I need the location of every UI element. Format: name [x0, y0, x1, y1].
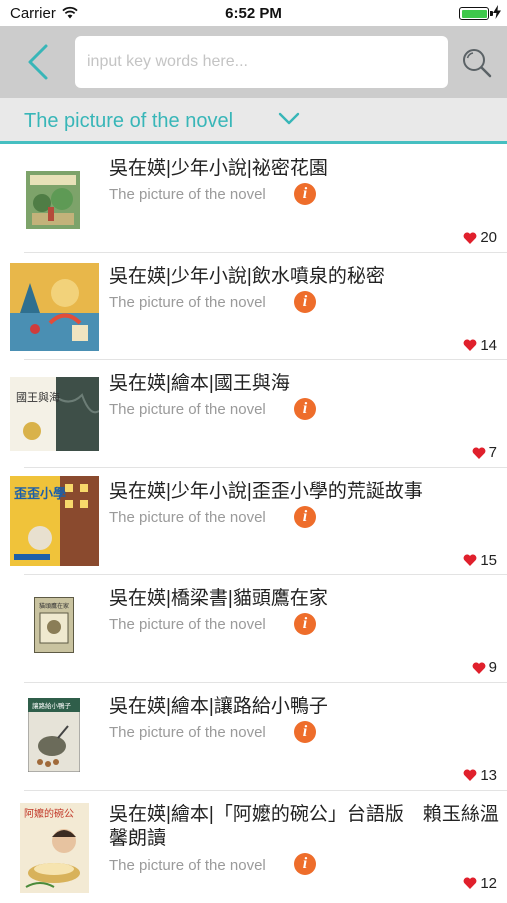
- book-title: 吳在媖|少年小說|歪歪小學的荒誕故事: [109, 480, 423, 502]
- book-subtitle: The picture of the novel: [109, 293, 266, 311]
- book-row[interactable]: 貓頭鷹在家 吳在媖|橋梁書|貓頭鷹在家 The picture of the n…: [0, 575, 507, 683]
- heart-icon: [472, 662, 486, 674]
- cover-text: 阿嬤的碗公: [24, 807, 74, 820]
- like-count[interactable]: 15: [463, 552, 497, 569]
- book-cover: [10, 262, 99, 351]
- category-dropdown[interactable]: The picture of the novel: [0, 98, 507, 144]
- charging-bolt-icon: [493, 5, 501, 19]
- like-count-value: 12: [480, 874, 497, 892]
- book-row[interactable]: 阿嬤的碗公 吳在媖|繪本|「阿嬤的碗公」台語版 賴玉絲溫馨朗讀 The pict…: [0, 791, 507, 903]
- status-bar: Carrier 6:52 PM: [0, 0, 507, 26]
- like-count-value: 13: [480, 766, 497, 784]
- battery-icon: [459, 7, 493, 20]
- like-count[interactable]: 12: [463, 875, 497, 892]
- book-title: 吳在媖|少年小說|飲水噴泉的秘密: [109, 265, 385, 287]
- like-count[interactable]: 20: [463, 229, 497, 246]
- book-row[interactable]: 吳在媖|少年小說|祕密花園 The picture of the novel i…: [0, 145, 507, 253]
- like-count[interactable]: 13: [463, 767, 497, 784]
- book-cover: 國王與海: [10, 377, 99, 452]
- cover-text: 讓路給小鴨子: [32, 701, 72, 710]
- heart-icon: [463, 231, 477, 244]
- info-icon[interactable]: i: [294, 852, 316, 875]
- like-count-value: 14: [480, 336, 497, 354]
- book-cover: 貓頭鷹在家: [34, 597, 74, 654]
- book-title: 吳在媖|繪本|「阿嬤的碗公」台語版 賴玉絲溫馨朗讀: [109, 803, 499, 849]
- book-subtitle: The picture of the novel: [109, 508, 266, 526]
- book-subtitle: The picture of the novel: [109, 856, 266, 874]
- heart-icon: [463, 769, 477, 782]
- info-icon[interactable]: i: [294, 613, 316, 636]
- cover-text: 歪歪小學: [14, 486, 66, 501]
- book-subtitle: The picture of the novel: [109, 401, 266, 419]
- like-count-value: 7: [488, 444, 497, 462]
- book-subtitle: The picture of the novel: [109, 616, 266, 634]
- search-box[interactable]: [75, 36, 448, 88]
- like-count-value: 9: [488, 659, 497, 677]
- cover-text: 國王與海: [16, 390, 60, 404]
- search-toolbar: [0, 26, 507, 98]
- cover-text: 貓頭鷹在家: [39, 602, 69, 610]
- chevron-down-icon: [278, 112, 300, 125]
- book-row[interactable]: 歪歪小學 吳在媖|少年小說|歪歪小學的荒誕故事 The picture of t…: [0, 468, 507, 576]
- book-row[interactable]: 國王與海 吳在媖|繪本|國王與海 The picture of the nove…: [0, 360, 507, 468]
- book-cover: 阿嬤的碗公: [20, 802, 89, 893]
- back-chevron-icon[interactable]: [24, 42, 52, 82]
- book-row[interactable]: 讓路給小鴨子 吳在媖|繪本|讓路給小鴨子 The picture of the …: [0, 683, 507, 791]
- info-icon[interactable]: i: [294, 720, 316, 743]
- category-label: The picture of the novel: [24, 110, 234, 132]
- like-count-value: 20: [480, 229, 497, 246]
- book-cover: 讓路給小鴨子: [28, 697, 80, 772]
- book-title: 吳在媖|橋梁書|貓頭鷹在家: [109, 588, 328, 610]
- heart-icon: [472, 447, 486, 459]
- info-icon[interactable]: i: [294, 290, 316, 313]
- clock: 6:52 PM: [225, 5, 282, 22]
- book-cover: 歪歪小學: [10, 475, 99, 566]
- search-input[interactable]: [85, 36, 442, 88]
- heart-icon: [463, 339, 477, 352]
- info-icon[interactable]: i: [294, 505, 316, 528]
- book-list: 吳在媖|少年小說|祕密花園 The picture of the novel i…: [0, 145, 507, 903]
- like-count[interactable]: 9: [472, 659, 497, 676]
- book-title: 吳在媖|少年小說|祕密花園: [109, 158, 328, 179]
- info-icon[interactable]: i: [294, 183, 316, 205]
- heart-icon: [463, 554, 477, 567]
- book-cover: [26, 171, 80, 229]
- heart-icon: [463, 877, 477, 890]
- like-count[interactable]: 14: [463, 337, 497, 354]
- like-count-value: 15: [480, 551, 497, 569]
- book-title: 吳在媖|繪本|讓路給小鴨子: [109, 695, 328, 717]
- like-count[interactable]: 7: [472, 444, 497, 461]
- search-icon[interactable]: [460, 46, 494, 80]
- book-row[interactable]: 吳在媖|少年小說|飲水噴泉的秘密 The picture of the nove…: [0, 253, 507, 361]
- info-icon[interactable]: i: [294, 398, 316, 421]
- book-subtitle: The picture of the novel: [109, 723, 266, 741]
- book-subtitle: The picture of the novel: [109, 186, 266, 203]
- book-title: 吳在媖|繪本|國王與海: [109, 373, 290, 395]
